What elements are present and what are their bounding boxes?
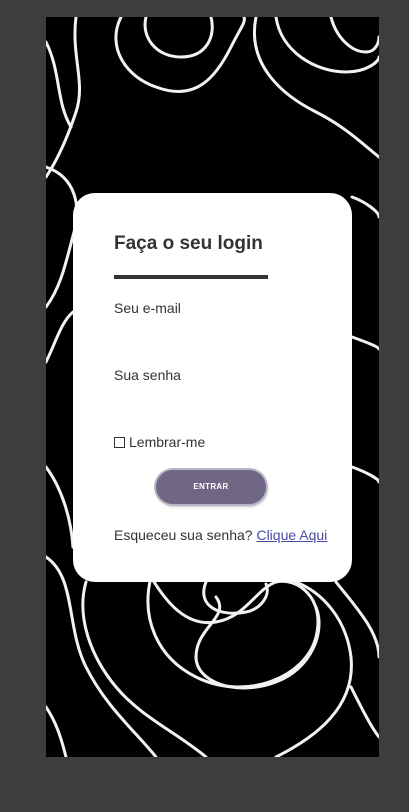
login-card: Faça o seu login Seu e-mail Sua senha Le… (73, 193, 352, 582)
email-field[interactable] (114, 321, 309, 345)
title-underline (114, 275, 268, 279)
forgot-text: Esqueceu sua senha? (114, 527, 253, 543)
remember-me[interactable]: Lembrar-me (114, 434, 205, 450)
login-title: Faça o seu login (114, 233, 263, 254)
remember-label: Lembrar-me (129, 434, 206, 450)
password-label: Sua senha (114, 367, 181, 383)
forgot-password-link[interactable]: Clique Aqui (256, 527, 327, 543)
password-field[interactable] (114, 388, 309, 412)
remember-checkbox[interactable] (114, 436, 125, 448)
login-button[interactable]: ENTRAR (156, 470, 266, 504)
forgot-password: Esqueceu sua senha? Clique Aqui (114, 527, 327, 543)
login-screen: Faça o seu login Seu e-mail Sua senha Le… (46, 17, 379, 757)
email-label: Seu e-mail (114, 300, 181, 316)
